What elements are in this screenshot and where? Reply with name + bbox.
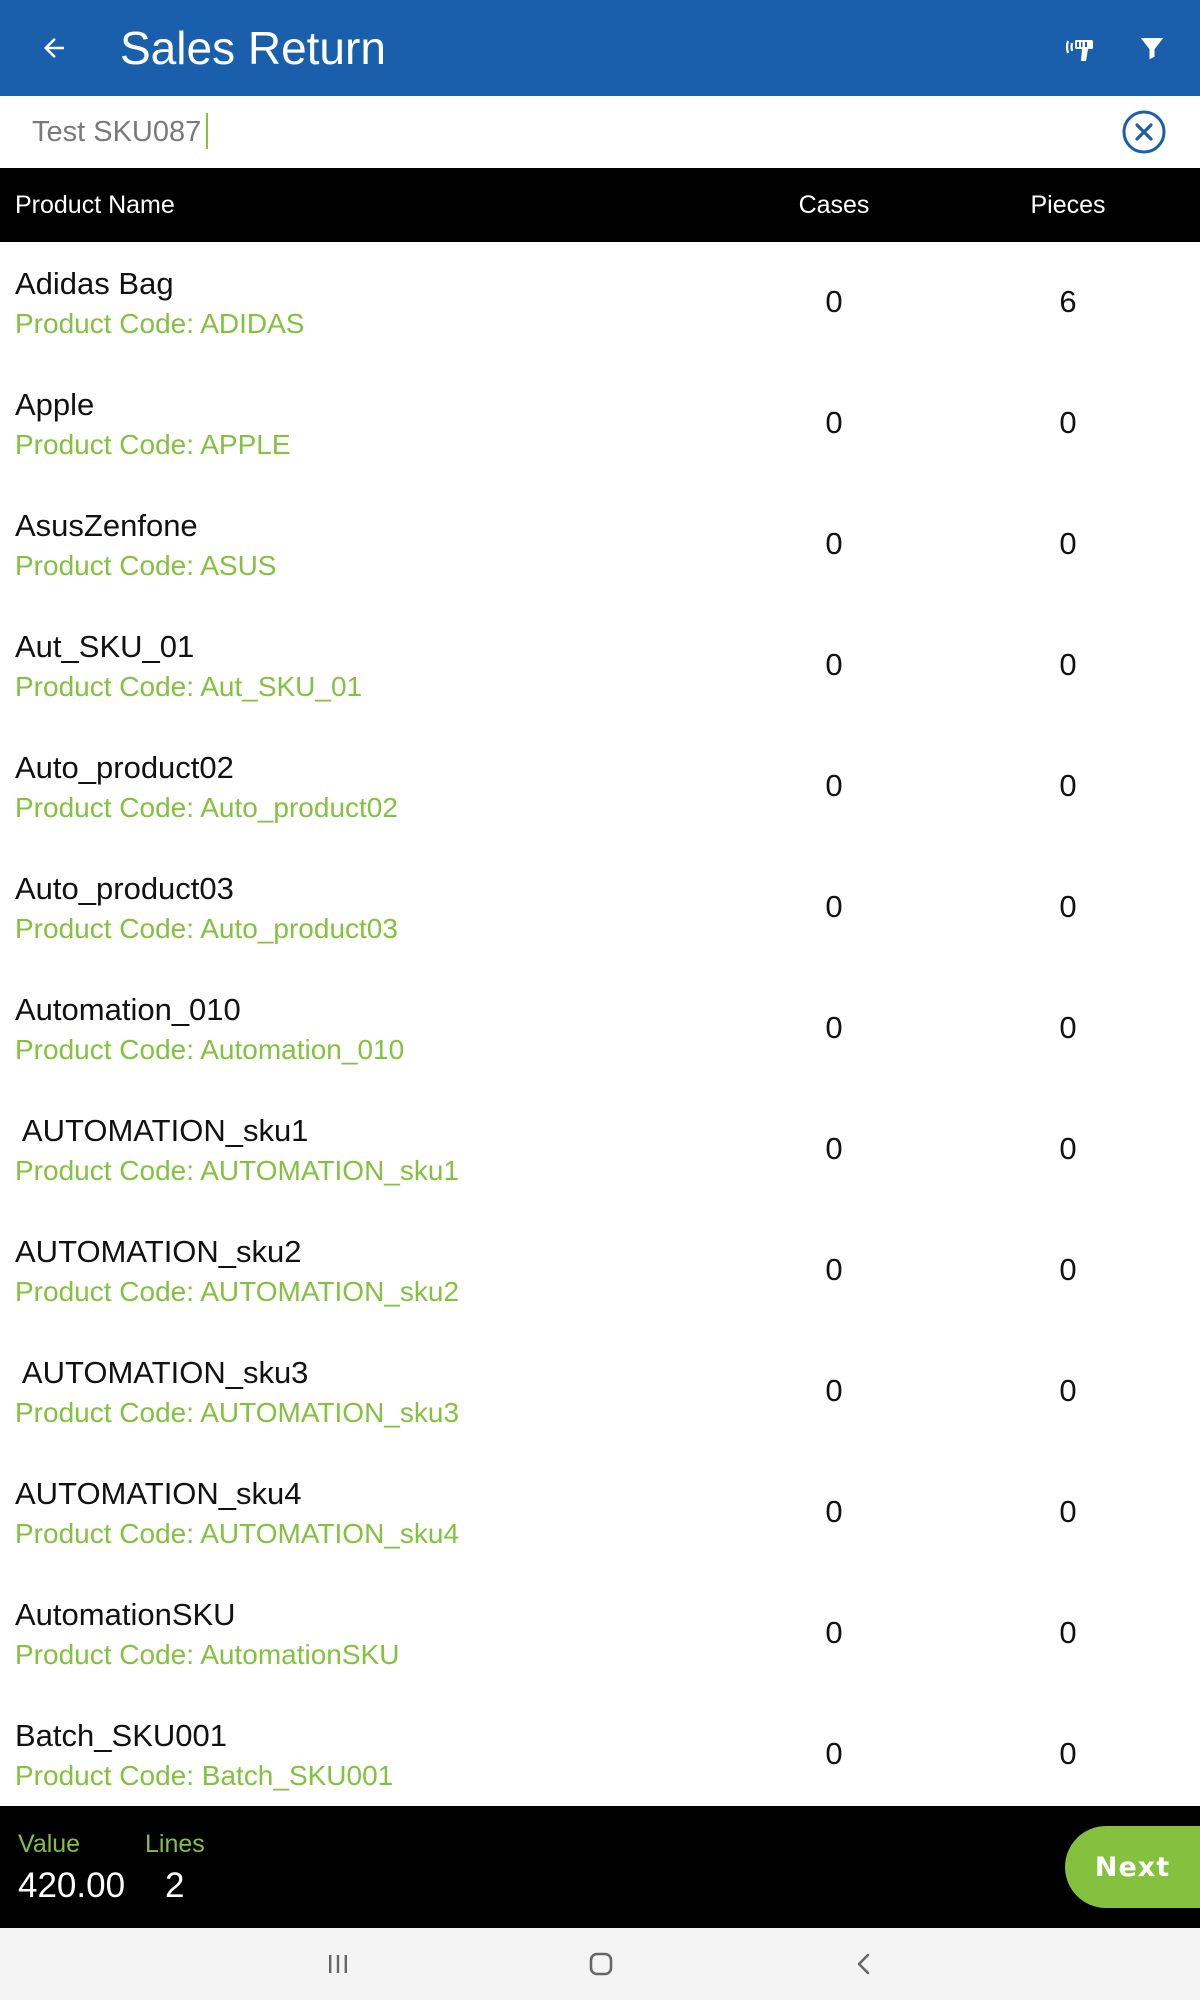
table-row[interactable]: Adidas Bag Product Code: ADIDAS 0 6	[0, 242, 1200, 363]
search-bar	[0, 96, 1200, 168]
cases-value[interactable]: 0	[734, 1010, 934, 1046]
column-header-product-name: Product Name	[15, 191, 175, 219]
next-button[interactable]: Next	[1065, 1826, 1200, 1908]
pieces-value[interactable]: 0	[968, 1131, 1168, 1167]
pieces-value[interactable]: 0	[968, 1736, 1168, 1772]
pieces-value[interactable]: 0	[968, 1010, 1168, 1046]
table-row[interactable]: Batch_SKU001 Product Code: Batch_SKU001 …	[0, 1694, 1200, 1806]
arrow-left-icon[interactable]	[30, 24, 78, 72]
pieces-value[interactable]: 0	[968, 768, 1168, 804]
product-code: Product Code: ADIDAS	[15, 308, 305, 339]
table-row[interactable]: AUTOMATION_sku2 Product Code: AUTOMATION…	[0, 1210, 1200, 1331]
product-name: AUTOMATION_sku3	[15, 1355, 309, 1390]
home-icon[interactable]	[571, 1940, 631, 1988]
page-title: Sales Return	[120, 22, 386, 74]
product-name: Adidas Bag	[15, 266, 174, 301]
table-row[interactable]: AUTOMATION_sku1 Product Code: AUTOMATION…	[0, 1089, 1200, 1210]
cases-value[interactable]: 0	[734, 1252, 934, 1288]
product-name: Apple	[15, 387, 95, 422]
text-caret	[206, 113, 208, 149]
product-code: Product Code: AUTOMATION_sku2	[15, 1276, 460, 1307]
product-code: Product Code: Automation_010	[15, 1034, 405, 1065]
column-header-pieces: Pieces	[1030, 191, 1106, 219]
table-row[interactable]: AUTOMATION_sku4 Product Code: AUTOMATION…	[0, 1452, 1200, 1573]
pieces-value[interactable]: 0	[968, 1615, 1168, 1651]
product-list: Adidas Bag Product Code: ADIDAS 0 6 Appl…	[0, 242, 1200, 1806]
product-name: Auto_product03	[15, 871, 234, 906]
product-code: Product Code: AUTOMATION_sku1	[15, 1155, 460, 1186]
pieces-value[interactable]: 0	[968, 1494, 1168, 1530]
cases-value[interactable]: 0	[734, 1131, 934, 1167]
cases-value[interactable]: 0	[734, 768, 934, 804]
product-code: Product Code: Auto_product03	[15, 913, 398, 944]
product-name: AutomationSKU	[15, 1597, 236, 1632]
pieces-value[interactable]: 0	[968, 526, 1168, 562]
table-row[interactable]: Auto_product03 Product Code: Auto_produc…	[0, 847, 1200, 968]
column-header-cases: Cases	[798, 191, 870, 219]
product-name: Automation_010	[15, 992, 241, 1027]
cases-value[interactable]: 0	[734, 1373, 934, 1409]
table-row[interactable]: Apple Product Code: APPLE 0 0	[0, 363, 1200, 484]
cases-value[interactable]: 0	[734, 1736, 934, 1772]
cases-value[interactable]: 0	[734, 889, 934, 925]
product-code: Product Code: Batch_SKU001	[15, 1760, 394, 1791]
pieces-value[interactable]: 6	[968, 284, 1168, 320]
product-code: Product Code: AUTOMATION_sku3	[15, 1397, 460, 1428]
filter-icon[interactable]	[1128, 24, 1176, 72]
product-name: AsusZenfone	[15, 508, 198, 543]
nav-back-icon[interactable]	[835, 1940, 895, 1988]
cases-value[interactable]: 0	[734, 647, 934, 683]
value-amount: 420.00	[18, 1866, 126, 1905]
pieces-value[interactable]: 0	[968, 889, 1168, 925]
cases-value[interactable]: 0	[734, 1615, 934, 1651]
product-name: AUTOMATION_sku2	[15, 1234, 302, 1269]
system-navigation-bar	[0, 1928, 1200, 2000]
product-code: Product Code: ASUS	[15, 550, 277, 581]
cases-value[interactable]: 0	[734, 526, 934, 562]
product-code: Product Code: Aut_SKU_01	[15, 671, 363, 702]
product-name: Aut_SKU_01	[15, 629, 195, 664]
table-row[interactable]: AUTOMATION_sku3 Product Code: AUTOMATION…	[0, 1331, 1200, 1452]
recents-icon[interactable]	[308, 1940, 368, 1988]
cases-value[interactable]: 0	[734, 284, 934, 320]
lines-count: 2	[165, 1866, 185, 1905]
app-bar: Sales Return	[0, 0, 1200, 96]
table-row[interactable]: AutomationSKU Product Code: AutomationSK…	[0, 1573, 1200, 1694]
table-row[interactable]: Automation_010 Product Code: Automation_…	[0, 968, 1200, 1089]
pieces-value[interactable]: 0	[968, 405, 1168, 441]
pieces-value[interactable]: 0	[968, 1252, 1168, 1288]
product-code: Product Code: APPLE	[15, 429, 291, 460]
cases-value[interactable]: 0	[734, 405, 934, 441]
barcode-scanner-icon[interactable]	[1058, 24, 1106, 72]
table-row[interactable]: Auto_product02 Product Code: Auto_produc…	[0, 726, 1200, 847]
product-code: Product Code: AutomationSKU	[15, 1639, 400, 1670]
pieces-value[interactable]: 0	[968, 1373, 1168, 1409]
lines-label: Lines	[145, 1830, 205, 1858]
product-name: Auto_product02	[15, 750, 234, 785]
table-header: Product Name Cases Pieces	[0, 168, 1200, 242]
product-code: Product Code: AUTOMATION_sku4	[15, 1518, 460, 1549]
value-label: Value	[18, 1830, 81, 1858]
clear-circle-icon[interactable]	[1118, 106, 1170, 158]
product-name: AUTOMATION_sku1	[15, 1113, 309, 1148]
product-code: Product Code: Auto_product02	[15, 792, 398, 823]
product-name: AUTOMATION_sku4	[15, 1476, 302, 1511]
summary-bar: Value 420.00 Lines 2 Next	[0, 1806, 1200, 1928]
cases-value[interactable]: 0	[734, 1494, 934, 1530]
product-name: Batch_SKU001	[15, 1718, 227, 1753]
pieces-value[interactable]: 0	[968, 647, 1168, 683]
table-row[interactable]: Aut_SKU_01 Product Code: Aut_SKU_01 0 0	[0, 605, 1200, 726]
table-row[interactable]: AsusZenfone Product Code: ASUS 0 0	[0, 484, 1200, 605]
search-input[interactable]	[32, 96, 1092, 168]
